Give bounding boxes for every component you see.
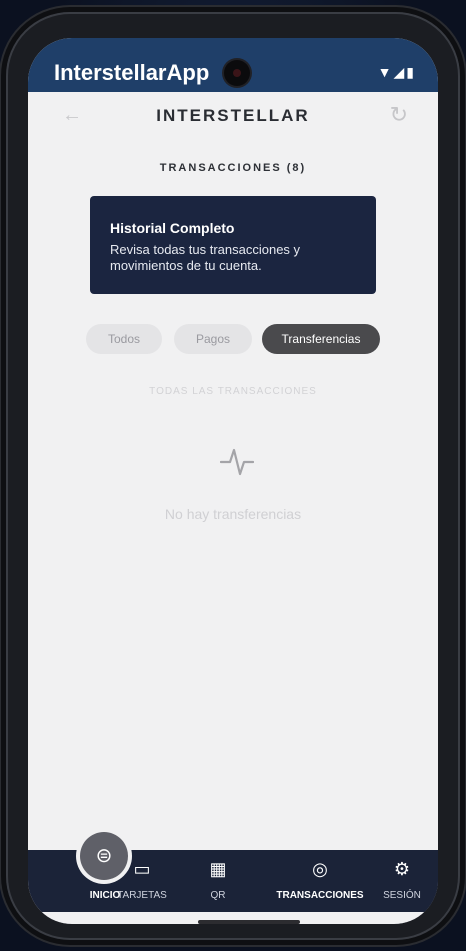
app-title: InterstellarApp (54, 60, 210, 85)
home-globe-icon: ⊜ (95, 845, 113, 867)
history-card: Historial Completo Revisa todas tus tran… (90, 196, 376, 294)
list-label: TODAS LAS TRANSACCIONES (149, 386, 317, 397)
nav-label-sesion: SESIÓN (383, 890, 421, 901)
nav-qr[interactable]: ▦ QR (184, 858, 252, 901)
nav-label-inicio: INICIO (89, 890, 121, 901)
page-title: INTERSTELLAR (156, 106, 310, 125)
nav-transacciones[interactable]: ◎ TRANSACCIONES (270, 858, 370, 901)
transactions-icon: ◎ (312, 859, 328, 879)
nav-sesion[interactable]: ⚙ SESIÓN (370, 858, 434, 901)
nav-label-transacciones: TRANSACCIONES (276, 890, 364, 901)
empty-state-text: No hay transferencias (164, 506, 302, 522)
card-title: Historial Completo (110, 220, 235, 236)
filter-todos[interactable]: Todos (86, 324, 162, 354)
front-camera (224, 60, 250, 86)
gear-icon: ⚙ (393, 859, 411, 879)
home-indicator[interactable] (198, 920, 300, 924)
qr-icon: ▦ (209, 859, 227, 879)
filter-transferencias[interactable]: Transferencias (262, 324, 380, 354)
app-screen: InterstellarApp ▼◢▮ ← INTERSTELLAR ↻ TRA… (28, 38, 438, 924)
status-icons: ▼◢▮ (377, 64, 416, 80)
filter-pagos[interactable]: Pagos (174, 324, 252, 354)
nav-label-qr: QR (210, 890, 226, 901)
nav-inicio-button[interactable]: ⊜ (80, 832, 128, 880)
activity-icon (220, 448, 254, 476)
card-description: Revisa todas tus transacciones y movimie… (110, 242, 301, 273)
section-title: TRANSACCIONES (8) (159, 162, 307, 174)
refresh-icon[interactable]: ↻ (390, 102, 408, 128)
phone-frame: InterstellarApp ▼◢▮ ← INTERSTELLAR ↻ TRA… (6, 12, 460, 940)
app-header: ← INTERSTELLAR ↻ (28, 92, 438, 146)
